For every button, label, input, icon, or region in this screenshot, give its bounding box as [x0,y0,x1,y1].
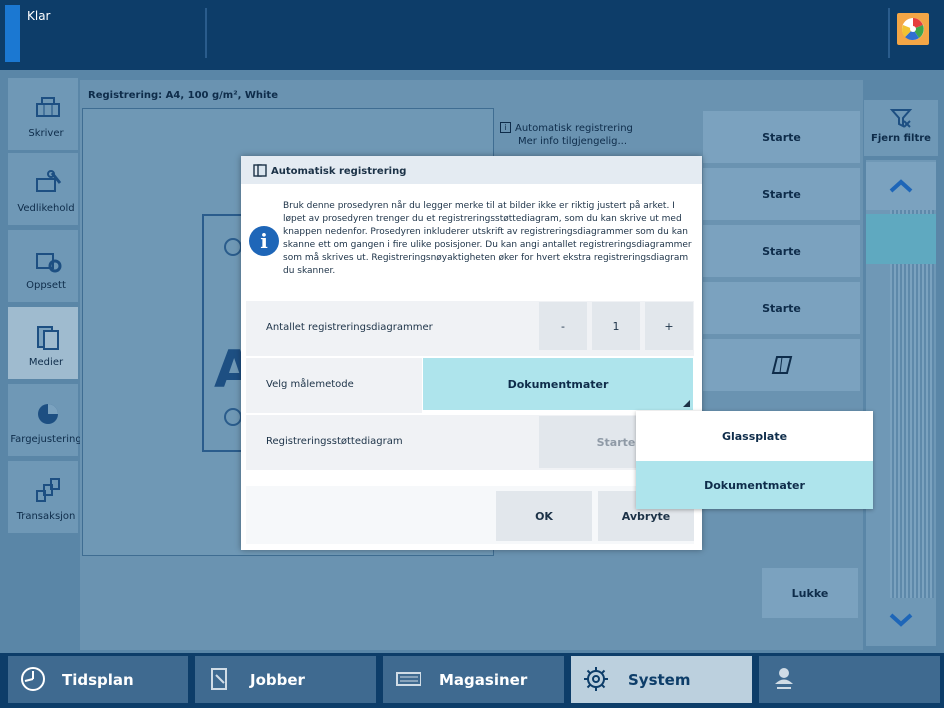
info-icon: i [249,226,279,256]
tab-trays[interactable]: Magasiner [383,656,564,703]
method-select[interactable]: Dokumentmater [423,358,693,410]
scrollbar-track[interactable] [890,210,934,598]
printer-status-text: Klar [27,9,51,23]
increment-button[interactable]: + [645,302,693,350]
top-separator [888,8,890,58]
nav-item-maintenance[interactable]: Vedlikehold [8,153,78,225]
user-key-icon [775,668,793,689]
dropdown-indicator-icon [683,400,690,407]
panel-title: Registrering: A4, 100 g/m², White [88,90,278,101]
nav-label: Transaksjon [16,511,76,522]
chevron-down-icon [889,613,913,627]
start-button[interactable]: Starte [703,111,860,163]
tab-jobs[interactable]: Jobber [195,656,376,703]
nav-label: Fargejustering [10,434,82,445]
tab-label: System [628,671,691,689]
tab-label: Jobber [250,671,305,689]
start-button[interactable]: Starte [703,225,860,277]
nav-label: Medier [28,357,64,368]
registration-mark [224,238,242,256]
method-label: Velg målemetode [266,379,354,390]
nav-label: Skriver [28,128,64,139]
clock-icon [21,667,45,691]
tab-label: Magasiner [439,671,528,689]
top-status-bar [0,0,944,70]
decrement-button[interactable]: - [539,302,587,350]
media-icon [37,326,59,350]
info-icon: i [500,122,511,133]
nav-item-color-adjustment[interactable]: Fargejustering [8,384,82,456]
tab-schedule[interactable]: Tidsplan [8,656,188,703]
nav-item-setup[interactable]: Oppsett [8,230,78,302]
close-button[interactable]: Lukke [762,568,858,618]
tab-user[interactable] [759,656,940,703]
transaction-icon [36,478,60,502]
status-indicator [5,5,20,62]
skew-icon [771,356,792,374]
clear-filters-button[interactable]: Fjern filtre [864,100,938,156]
color-management-icon[interactable] [897,13,929,45]
dialog-description: Bruk denne prosedyren når du legger merk… [283,201,692,276]
option-document-feeder[interactable]: Dokumentmater [636,461,873,509]
printer-icon [36,97,60,117]
scroll-down-button[interactable] [866,596,936,644]
start-button[interactable]: Starte [703,282,860,334]
dialog-media-icon [253,164,267,177]
count-label: Antallet registreringsdiagrammer [266,322,433,333]
maintenance-icon [36,170,62,192]
info-subtitle: Mer info tilgjengelig... [518,136,628,147]
nav-item-printer[interactable]: Skriver [8,78,78,150]
setup-icon [36,253,62,273]
dialog-title: Automatisk registrering [271,166,407,177]
tab-label: Tidsplan [62,671,134,689]
info-row[interactable]: i Automatisk registrering Mer info tilgje… [500,122,633,148]
chevron-up-icon [889,179,913,193]
info-title: Automatisk registrering [515,123,633,134]
color-adjust-icon [38,404,58,424]
scrollbar-thumb[interactable] [866,214,936,264]
jobs-icon [211,668,227,690]
top-separator [205,8,207,58]
skew-button[interactable] [703,339,860,391]
trays-icon [396,672,421,686]
ok-button[interactable]: OK [496,491,592,541]
scroll-up-button[interactable] [866,162,936,210]
clear-filters-label: Fjern filtre [871,133,931,144]
nav-label: Oppsett [26,280,66,291]
tab-system[interactable]: System [571,656,752,703]
nav-item-transaction[interactable]: Transaksjon [8,461,78,533]
count-value: 1 [592,302,640,350]
registration-mark [224,408,242,426]
option-glassplate[interactable]: Glassplate [636,412,873,460]
filter-clear-icon [889,109,913,128]
nav-item-media[interactable]: Medier [8,307,78,379]
gear-icon [584,667,608,691]
nav-label: Vedlikehold [17,203,75,214]
start-button[interactable]: Starte [703,168,860,220]
chart-label: Registreringsstøttediagram [266,436,403,447]
